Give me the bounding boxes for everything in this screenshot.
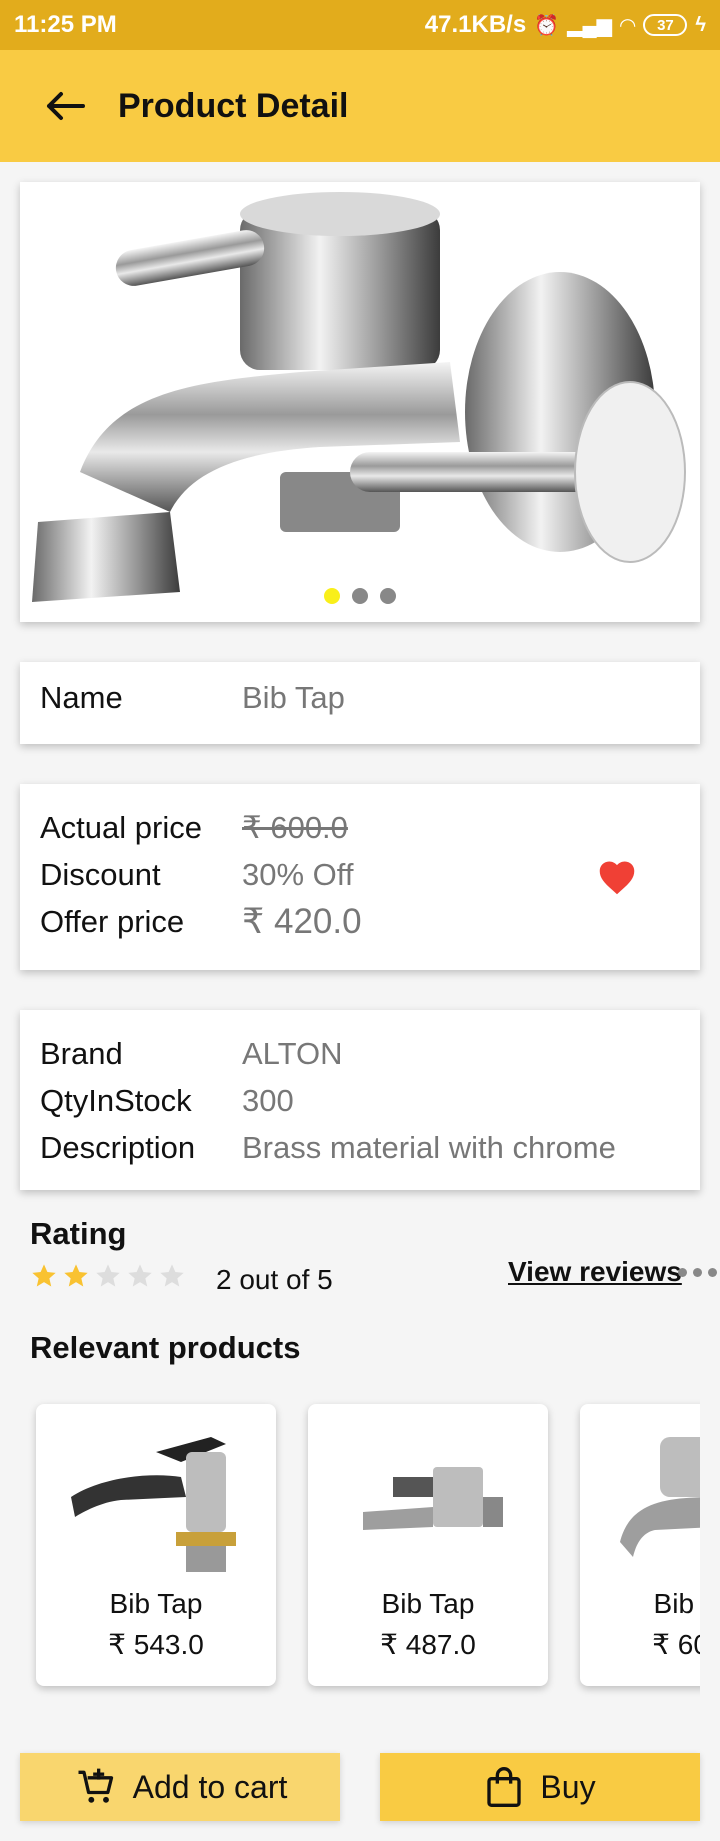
carousel-dot[interactable] [352, 588, 368, 604]
carousel-dot[interactable] [380, 588, 396, 604]
relevant-product-card[interactable]: Bib Tap ₹ 487.0 [308, 1404, 548, 1686]
product-image [32, 192, 686, 602]
alarm-icon: ⏰ [534, 14, 560, 37]
carousel-dot[interactable] [324, 588, 340, 604]
page-title: Product Detail [118, 86, 349, 125]
status-bar: 11:25 PM 47.1KB/s ⏰ ▂▄▆ ◠ 37 ϟ [0, 0, 720, 50]
buy-label: Buy [540, 1768, 596, 1805]
star-empty-icon [96, 1264, 120, 1287]
relevant-product-name: Bib Tap [653, 1588, 700, 1619]
actual-price-value: ₹ 600.0 [242, 810, 348, 845]
favorite-button[interactable] [596, 858, 638, 901]
app-bar: Product Detail [0, 50, 720, 162]
arrow-left-icon [47, 92, 85, 120]
name-card: Name Bib Tap [20, 662, 700, 744]
add-to-cart-label: Add to cart [132, 1768, 288, 1805]
star-empty-icon [128, 1264, 152, 1287]
description-label: Description [40, 1130, 196, 1165]
view-reviews-link[interactable]: View reviews [508, 1256, 682, 1288]
charging-icon: ϟ [695, 13, 706, 36]
carousel-dots [20, 588, 700, 604]
offer-price-value: ₹ 420.0 [242, 902, 362, 941]
cart-plus-icon [78, 1768, 113, 1803]
back-button[interactable] [0, 50, 130, 162]
relevant-product-card[interactable]: Bib Tap ₹ 543.0 [36, 1404, 276, 1686]
network-speed: 47.1KB/s [424, 11, 527, 38]
rating-text: 2 out of 5 [216, 1264, 333, 1295]
brand-label: Brand [40, 1036, 123, 1071]
heart-icon [599, 861, 635, 895]
status-time: 11:25 PM [14, 11, 117, 38]
discount-label: Discount [40, 857, 161, 892]
product-thumbnail [620, 1437, 700, 1557]
relevant-product-name: Bib Tap [381, 1588, 475, 1619]
relevant-product-price: ₹ 543.0 [108, 1629, 204, 1660]
rating-stars [30, 1262, 186, 1290]
name-label: Name [40, 680, 123, 715]
rating-title: Rating [30, 1216, 127, 1251]
relevant-product-name: Bib Tap [109, 1588, 203, 1619]
info-card: Brand ALTON QtyInStock 300 Description B… [20, 1010, 700, 1190]
discount-value: 30% Off [242, 857, 354, 892]
status-icons: 47.1KB/s ⏰ ▂▄▆ ◠ 37 ϟ [425, 11, 706, 39]
relevant-products-list[interactable]: Bib Tap ₹ 543.0 Bib Tap ₹ 487.0 Bib Tap … [20, 1390, 700, 1710]
brand-value: ALTON [242, 1036, 343, 1071]
price-card: Actual price ₹ 600.0 Discount 30% Off Of… [20, 784, 700, 970]
buy-button[interactable]: Buy [380, 1753, 700, 1821]
qty-value: 300 [242, 1083, 294, 1118]
star-filled-icon [64, 1264, 88, 1287]
relevant-products-title: Relevant products [30, 1330, 301, 1365]
offer-price-label: Offer price [40, 904, 185, 939]
relevant-product-price: ₹ 600.0 [652, 1629, 700, 1660]
shopping-bag-icon [487, 1766, 522, 1807]
relevant-product-card[interactable]: Bib Tap ₹ 600.0 [580, 1404, 700, 1686]
product-thumbnail [71, 1437, 236, 1572]
signal-icon: ▂▄▆ [567, 14, 613, 37]
add-to-cart-button[interactable]: Add to cart [20, 1753, 340, 1821]
star-empty-icon [160, 1264, 184, 1287]
more-icon[interactable] [678, 1268, 717, 1277]
product-image-carousel[interactable] [20, 182, 700, 622]
battery-level: 37 [657, 16, 674, 34]
qty-label: QtyInStock [40, 1083, 192, 1118]
description-value: Brass material with chrome [242, 1130, 616, 1165]
product-thumbnail [363, 1467, 503, 1530]
wifi-icon: ◠ [620, 14, 636, 37]
name-value: Bib Tap [242, 680, 345, 715]
actual-price-label: Actual price [40, 810, 202, 845]
battery-icon: 37 [643, 14, 688, 36]
relevant-product-price: ₹ 487.0 [380, 1629, 476, 1660]
star-filled-icon [32, 1264, 56, 1287]
